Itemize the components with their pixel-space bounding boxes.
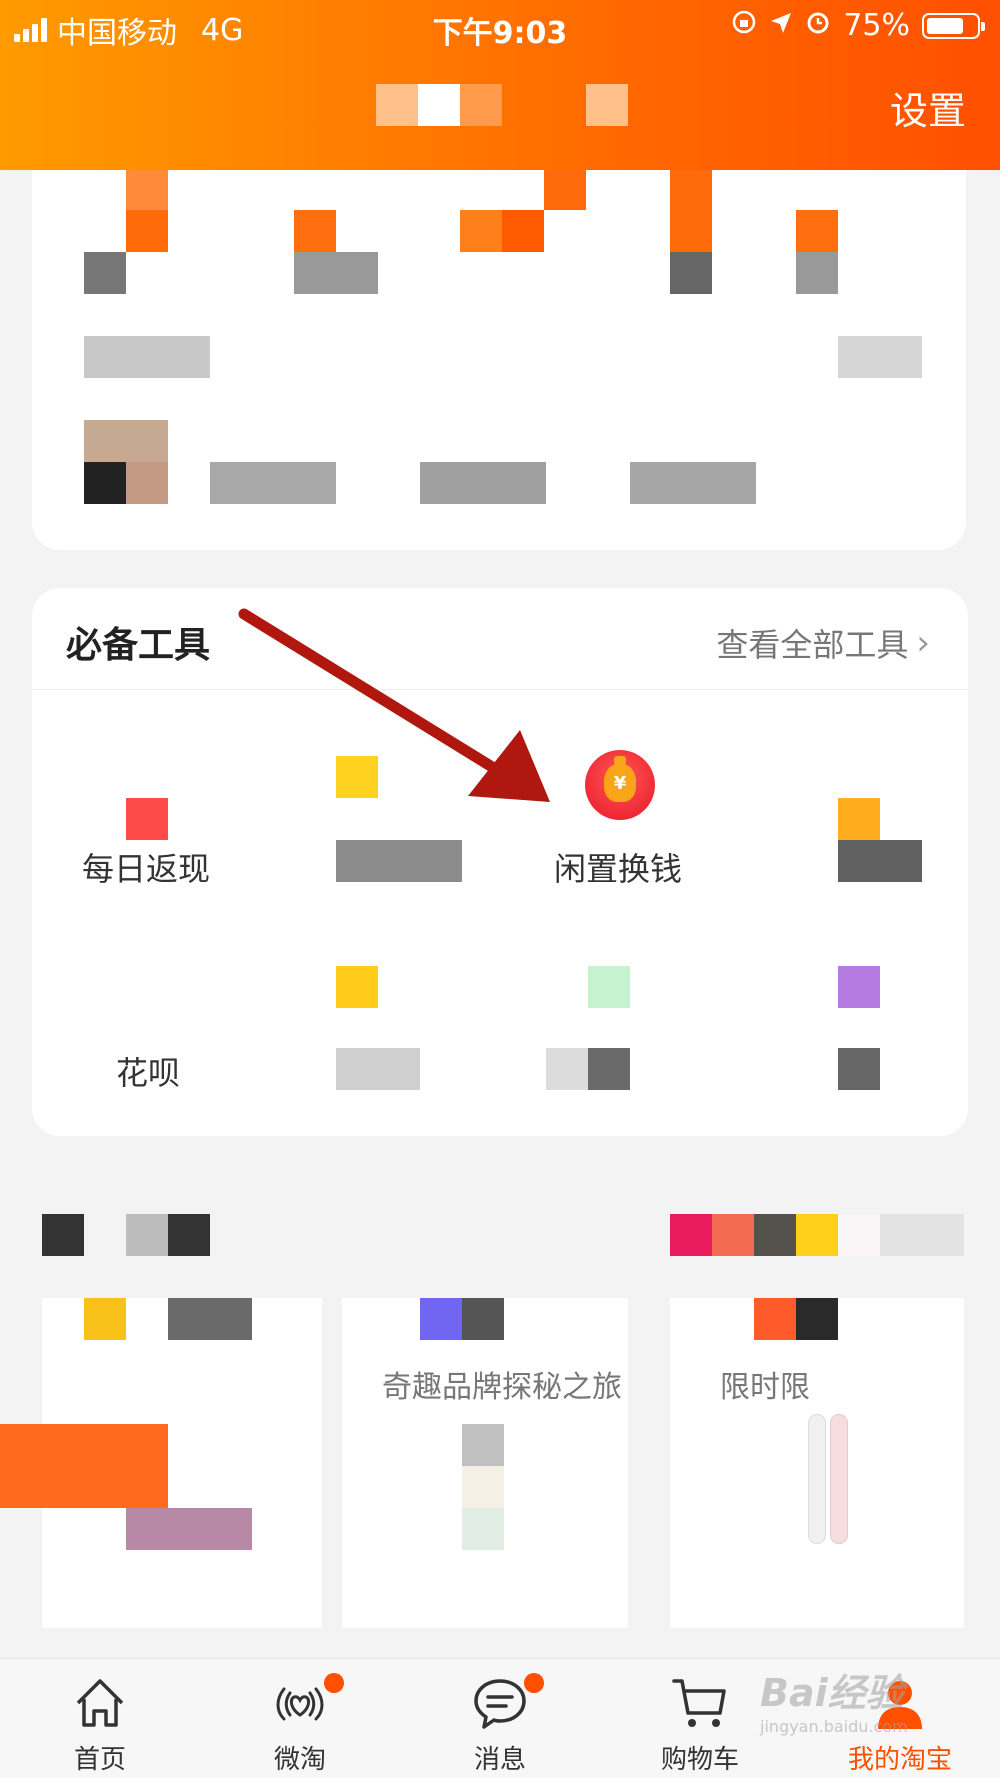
chevron-right-icon: › [916,623,930,663]
watermark-url: jingyan.baidu.com [760,1717,908,1736]
app-header: 中国移动 4G 下午9:03 75% 设置 [0,0,1000,170]
annotation-arrow-icon [238,608,550,802]
promo-title-3: 限时限 [720,1370,810,1405]
heart-broadcast-icon [276,1687,324,1721]
cart-icon [672,1679,726,1727]
tool-idle-exchange[interactable]: 闲置换钱 [554,844,682,890]
messages-badge [524,1673,544,1693]
tools-title: 必备工具 [66,625,211,666]
status-bar: 中国移动 4G 下午9:03 75% [0,0,1000,51]
page-title-mosaic [376,84,628,126]
tool-huabei[interactable]: 花呗 [116,1048,180,1094]
tab-weitao[interactable]: 微淘 [200,1659,400,1778]
message-icon [474,1679,526,1729]
section-title-mosaic [42,1214,84,1256]
view-all-label: 查看全部工具 [716,626,909,664]
money-bag-icon[interactable]: ¥ [585,750,655,820]
toothbrush-image [808,1414,826,1544]
promo-title-2: 奇趣品牌探秘之旅 [382,1370,622,1405]
tab-messages[interactable]: 消息 [400,1659,600,1778]
tab-home[interactable]: 首页 [0,1659,200,1778]
weitao-badge [324,1673,344,1693]
section-tags-mosaic [670,1214,712,1256]
settings-button[interactable]: 设置 [890,80,966,135]
location-icon [769,8,793,43]
alarm-icon [805,8,831,43]
orders-card [32,150,966,550]
view-all-tools-link[interactable]: 查看全部工具 › [716,620,930,666]
home-icon [76,1679,124,1727]
tab-home-label: 首页 [73,1745,126,1775]
battery-level [927,17,963,34]
tab-weitao-label: 微淘 [273,1745,326,1775]
battery-icon [922,12,985,39]
tool-daily-cashback[interactable]: 每日返现 [82,844,210,890]
rotation-lock-icon [731,8,757,43]
battery-percent: 75% [843,8,910,43]
tab-messages-label: 消息 [473,1745,526,1775]
watermark-brand: Bai经验 [760,1671,904,1715]
baidu-watermark: Bai经验 jingyan.baidu.com [760,1662,950,1762]
